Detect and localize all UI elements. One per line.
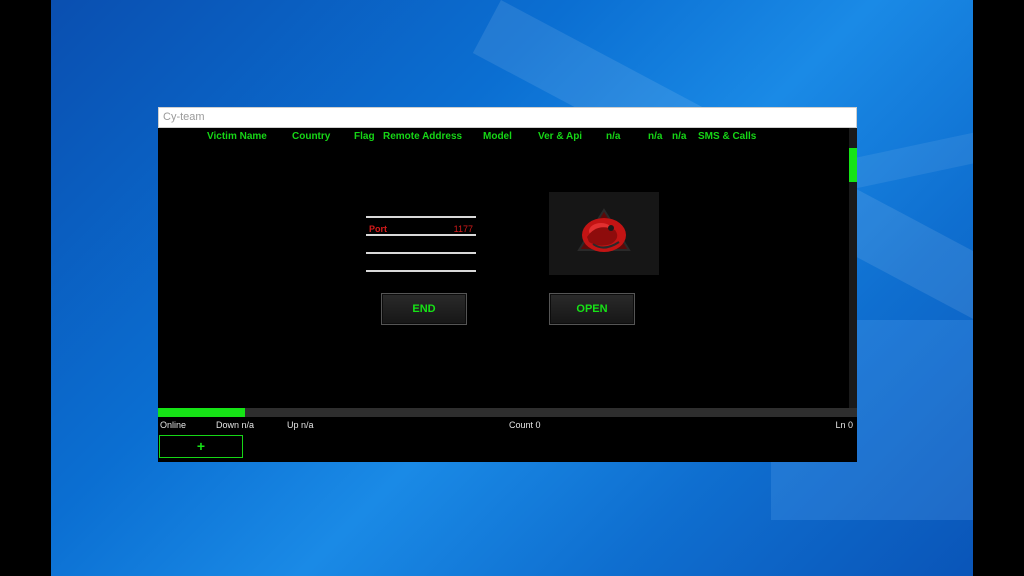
status-line: Ln 0 (835, 420, 853, 430)
add-button[interactable]: + (159, 435, 243, 458)
column-victim-name[interactable]: Victim Name (207, 131, 267, 142)
column-ver-api[interactable]: Ver & Api (538, 131, 582, 142)
column-remote-address[interactable]: Remote Address (383, 131, 462, 142)
app-window: Cy-team Victim Name Country Flag Remote … (158, 107, 857, 462)
field-divider (366, 234, 476, 236)
status-bar: Online Down n/a Up n/a Count 0 Ln 0 (158, 418, 857, 434)
list-header: Victim Name Country Flag Remote Address … (158, 131, 848, 147)
open-button[interactable]: OPEN (549, 293, 635, 325)
status-up: Up n/a (287, 420, 314, 430)
column-sms-calls[interactable]: SMS & Calls (698, 131, 756, 142)
window-title: Cy-team (163, 111, 205, 123)
title-bar[interactable]: Cy-team (158, 107, 857, 128)
field-input-line[interactable] (366, 270, 476, 272)
column-na-2[interactable]: n/a (648, 131, 662, 142)
vertical-scrollbar[interactable] (849, 128, 857, 408)
column-model[interactable]: Model (483, 131, 512, 142)
status-count: Count 0 (509, 420, 541, 430)
column-na-1[interactable]: n/a (606, 131, 620, 142)
status-online: Online (160, 420, 187, 430)
column-country[interactable]: Country (292, 131, 330, 142)
vertical-scroll-thumb[interactable] (849, 148, 857, 182)
logo-panel (549, 192, 659, 275)
end-button[interactable]: END (381, 293, 467, 325)
screen: Cy-team Victim Name Country Flag Remote … (0, 0, 1024, 576)
horizontal-scroll-thumb[interactable] (158, 408, 245, 417)
field-input-line[interactable] (366, 252, 476, 254)
status-down: Down n/a (216, 420, 255, 430)
column-na-3[interactable]: n/a (672, 131, 686, 142)
victim-list[interactable]: Victim Name Country Flag Remote Address … (158, 128, 857, 415)
port-label: Port (369, 224, 387, 234)
field-divider (366, 216, 476, 218)
red-dragon-logo-icon (577, 208, 631, 252)
port-input[interactable]: 1177 (454, 224, 473, 234)
column-flag[interactable]: Flag (354, 131, 375, 142)
horizontal-scrollbar[interactable] (158, 408, 857, 417)
